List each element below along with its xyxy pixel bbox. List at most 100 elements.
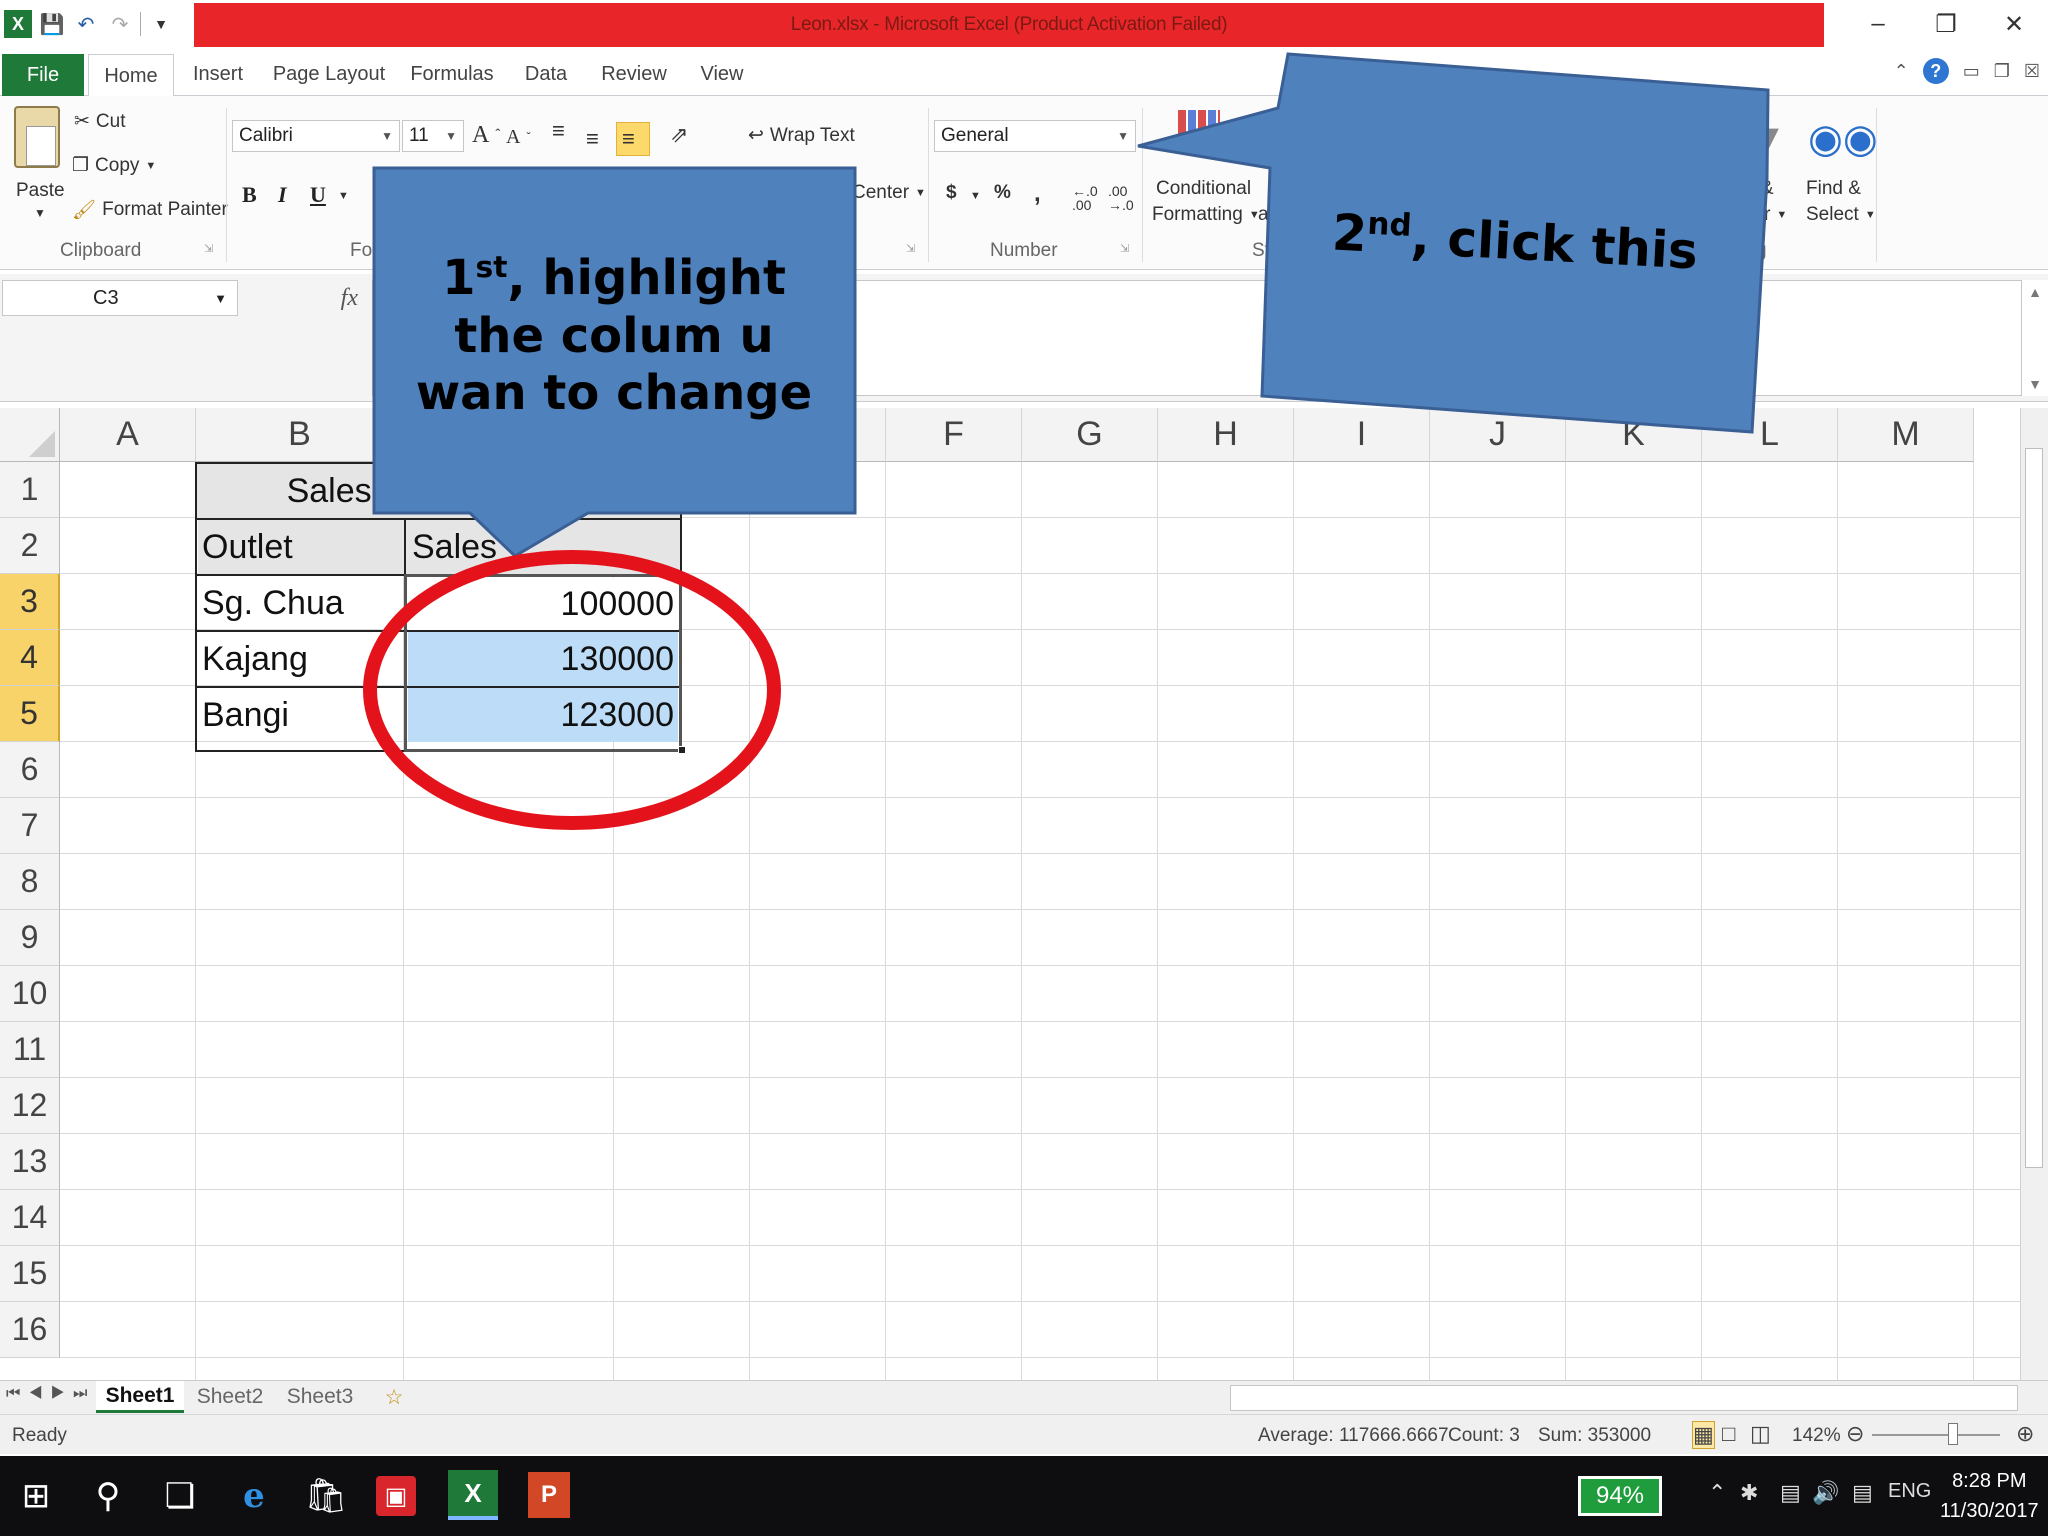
find-select-label1[interactable]: Find & — [1806, 178, 1861, 200]
tab-insert[interactable]: Insert — [186, 54, 250, 94]
format-as-table-label[interactable]: as — [1258, 204, 1278, 226]
doc-restore-icon[interactable]: ❐ — [1994, 61, 2010, 82]
action-center-icon[interactable]: ▤ — [1852, 1480, 1873, 1506]
column-header-m[interactable]: M — [1838, 408, 1974, 462]
scroll-down-icon[interactable]: ▼ — [2028, 376, 2042, 392]
column-header-j[interactable]: J — [1430, 408, 1566, 462]
formula-bar-scroll[interactable]: ▲ ▼ — [2022, 280, 2048, 396]
worksheet-grid[interactable]: ABCDEFGHIJKLM 1 2 3 4 5 6 7 8 9 10 11 12 13 14 15 16 Sa… — [0, 408, 2048, 1380]
comma-button[interactable]: , — [1034, 180, 1041, 208]
find-select-label2[interactable]: Select ▼ — [1806, 204, 1876, 226]
save-icon[interactable]: 💾 — [38, 10, 66, 38]
row-header-6[interactable]: 6 — [0, 742, 60, 798]
zoom-level[interactable]: 142% — [1792, 1425, 1841, 1447]
zoom-slider-thumb[interactable] — [1948, 1423, 1958, 1445]
row-header-3[interactable]: 3 — [0, 574, 60, 630]
tab-view[interactable]: View — [694, 54, 750, 94]
help-icon[interactable]: ? — [1922, 58, 1949, 84]
row-header-7[interactable]: 7 — [0, 798, 60, 854]
battery-indicator[interactable]: 94% — [1578, 1476, 1662, 1516]
page-break-view-icon[interactable]: ◫ — [1750, 1421, 1771, 1447]
powerpoint-taskbar-icon[interactable]: P — [528, 1472, 570, 1518]
row-header-11[interactable]: 11 — [0, 1022, 60, 1078]
tab-data[interactable]: Data — [518, 54, 574, 94]
format-painter-button[interactable]: 🖌 Format Painter — [72, 198, 228, 222]
conditional-formatting-label2[interactable]: Formatting ▼ — [1152, 204, 1260, 226]
customize-qat-icon[interactable]: ▼ — [147, 10, 175, 38]
row-header-15[interactable]: 15 — [0, 1246, 60, 1302]
insert-sheet-icon[interactable]: ☆ — [374, 1381, 414, 1413]
sheet-tab-2[interactable]: Sheet2 — [190, 1381, 270, 1413]
conditional-formatting-icon[interactable] — [1178, 110, 1220, 144]
column-header-b[interactable]: B — [196, 408, 404, 462]
align-top-icon[interactable]: ≡ — [552, 118, 565, 144]
underline-button[interactable]: U — [310, 182, 326, 208]
sort-filter-label2[interactable]: lter ▼ — [1744, 204, 1787, 226]
close-button[interactable]: ✕ — [1980, 0, 2048, 48]
doc-minimize-icon[interactable]: ▭ — [1963, 61, 1980, 82]
zoom-out-icon[interactable]: ⊖ — [1846, 1421, 1864, 1447]
zoom-in-icon[interactable]: ⊕ — [2016, 1421, 2034, 1447]
undo-icon[interactable]: ↶ — [72, 10, 100, 38]
bold-button[interactable]: B — [242, 182, 257, 208]
column-header-k[interactable]: K — [1566, 408, 1702, 462]
row-header-13[interactable]: 13 — [0, 1134, 60, 1190]
binoculars-icon[interactable]: ◉◉ — [1808, 116, 1878, 162]
orientation-icon[interactable]: ⇗ — [670, 122, 688, 148]
store-icon[interactable]: 🛍 — [302, 1472, 350, 1520]
cut-button[interactable]: ✂ Cut — [74, 110, 126, 133]
row-header-8[interactable]: 8 — [0, 854, 60, 910]
number-launcher-icon[interactable]: ⇲ — [1120, 242, 1129, 255]
show-hidden-icons[interactable]: ⌃ — [1708, 1480, 1726, 1506]
merge-center-button[interactable]: Center ▼ — [852, 182, 926, 204]
column-header-g[interactable]: G — [1022, 408, 1158, 462]
row-header-9[interactable]: 9 — [0, 910, 60, 966]
doc-close-icon[interactable]: ☒ — [2024, 61, 2040, 82]
tab-home[interactable]: Home — [88, 54, 174, 98]
row-header-1[interactable]: 1 — [0, 462, 60, 518]
normal-view-icon[interactable]: ▦ — [1692, 1421, 1715, 1449]
horizontal-scrollbar[interactable] — [1230, 1385, 2018, 1411]
row-header-10[interactable]: 10 — [0, 966, 60, 1022]
search-icon[interactable]: ⚲ — [84, 1472, 132, 1520]
sort-filter-icon[interactable]: ▼ — [1752, 118, 1786, 157]
column-header-a[interactable]: A — [60, 408, 196, 462]
sort-filter-label1[interactable]: rt & — [1744, 178, 1774, 200]
underline-dropdown-icon[interactable]: ▼ — [338, 190, 349, 202]
number-format-combo[interactable]: General ▼ — [934, 120, 1136, 152]
tab-page-layout[interactable]: Page Layout — [272, 54, 386, 94]
office-app-icon[interactable]: ▣ — [376, 1476, 416, 1516]
fill-handle[interactable] — [678, 746, 686, 754]
sheet-tab-3[interactable]: Sheet3 — [276, 1381, 364, 1413]
excel-app-icon[interactable]: X — [4, 10, 32, 38]
column-header-h[interactable]: H — [1158, 408, 1294, 462]
excel-taskbar-icon[interactable]: X — [448, 1470, 498, 1520]
tab-review[interactable]: Review — [596, 54, 672, 94]
language-indicator[interactable]: ENG — [1888, 1480, 1931, 1503]
row-header-4[interactable]: 4 — [0, 630, 60, 686]
select-all-button[interactable] — [0, 408, 60, 462]
column-header-l[interactable]: L — [1702, 408, 1838, 462]
battery-tray-icon[interactable]: ▤ — [1780, 1480, 1801, 1506]
zoom-slider[interactable] — [1872, 1434, 2000, 1436]
tab-formulas[interactable]: Formulas — [408, 54, 496, 94]
paste-icon[interactable] — [14, 106, 60, 168]
tab-file[interactable]: File — [2, 54, 84, 96]
align-middle-icon[interactable]: ≡ — [586, 126, 599, 152]
grow-font-icon[interactable]: Aˆ — [472, 122, 500, 149]
increase-decimal-icon[interactable]: ←.0.00 — [1072, 184, 1098, 212]
paste-button[interactable]: Paste — [16, 180, 65, 202]
wrap-text-button[interactable]: ↩ Wrap Text — [748, 124, 855, 147]
row-header-12[interactable]: 12 — [0, 1078, 60, 1134]
row-header-5[interactable]: 5 — [0, 686, 60, 742]
column-header-i[interactable]: I — [1294, 408, 1430, 462]
minimize-button[interactable]: – — [1844, 0, 1912, 48]
sheet-nav-arrows[interactable]: ⏮◀▶⏭ — [6, 1385, 95, 1403]
conditional-formatting-label1[interactable]: Conditional — [1156, 178, 1251, 200]
align-bottom-icon[interactable]: ≡ — [622, 126, 635, 152]
scroll-up-icon[interactable]: ▲ — [2028, 284, 2042, 300]
insert-function-button[interactable]: fx — [240, 280, 370, 316]
edge-icon[interactable]: e — [230, 1472, 278, 1520]
column-header-f[interactable]: F — [886, 408, 1022, 462]
currency-dropdown-icon[interactable]: ▼ — [970, 190, 981, 202]
